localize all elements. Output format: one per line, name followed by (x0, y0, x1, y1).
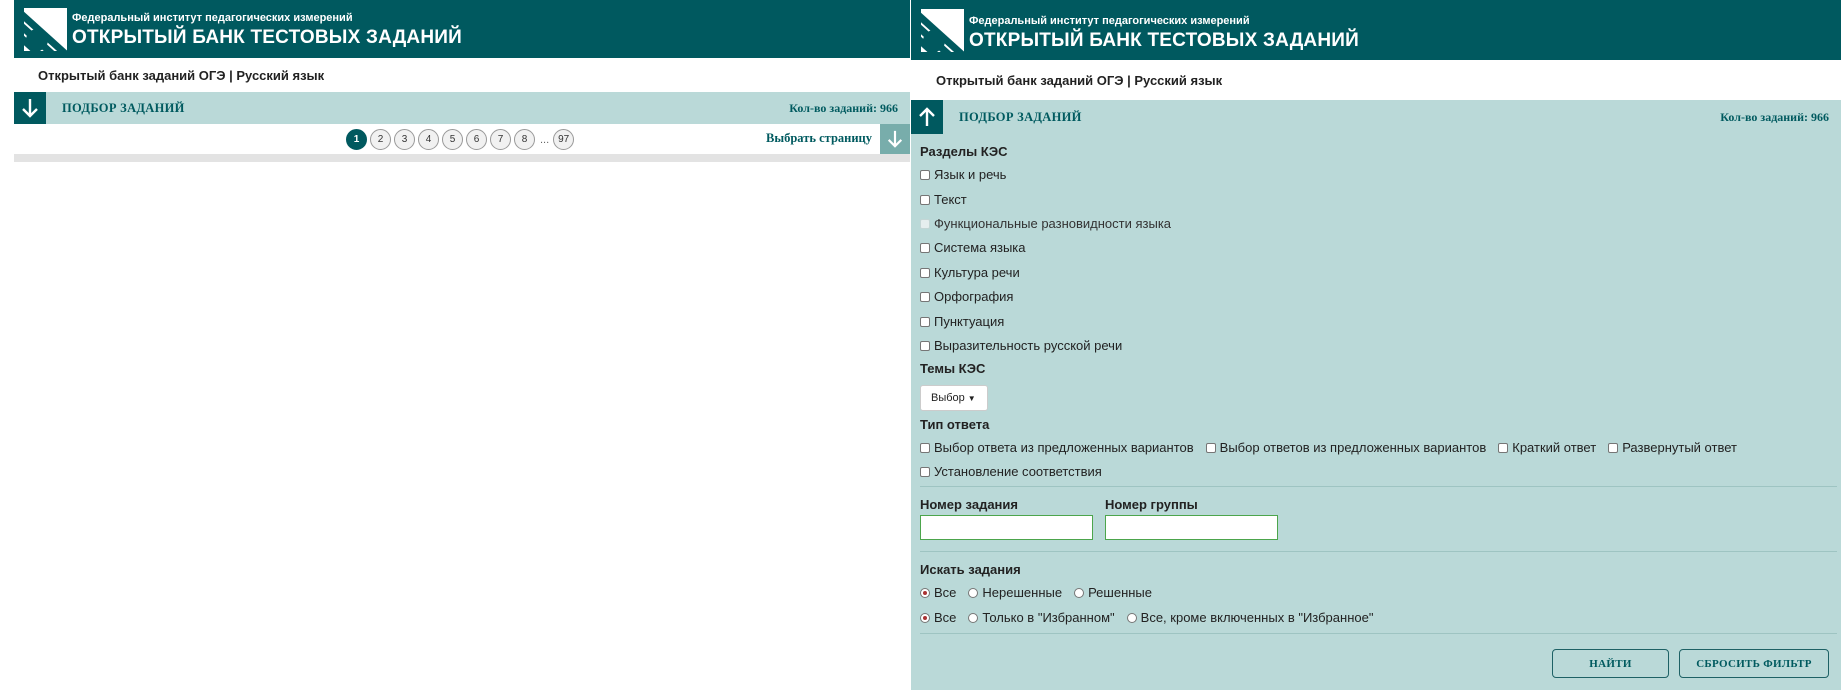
page-button[interactable]: 2 (370, 129, 391, 150)
topics-dropdown[interactable]: Выбор ▼ (920, 385, 988, 411)
header-subtitle: Федеральный институт педагогических изме… (72, 12, 353, 24)
radio[interactable] (920, 587, 930, 598)
select-page-button[interactable] (880, 124, 910, 154)
section-checkbox-punctuation[interactable]: Пунктуация (920, 314, 1004, 329)
search-tasks-title: Искать задания (920, 562, 1021, 577)
breadcrumb: Открытый банк заданий ОГЭ | Русский язык (14, 58, 910, 92)
checkbox-disabled (920, 218, 930, 229)
kes-topics-title: Темы КЭС (920, 361, 986, 376)
task-number-input[interactable] (920, 515, 1093, 540)
left-panel: Федеральный институт педагогических изме… (14, 0, 910, 162)
checkbox[interactable] (920, 169, 930, 180)
page-button[interactable]: 4 (418, 129, 439, 150)
radio[interactable] (968, 587, 979, 598)
radio-status-all[interactable]: Все (920, 585, 956, 600)
page-button-last[interactable]: 97 (553, 129, 575, 150)
kes-sections-title: Разделы КЭС (920, 144, 1008, 159)
page-button[interactable]: 8 (514, 129, 535, 150)
site-header: Федеральный институт педагогических изме… (911, 0, 1841, 60)
answer-type-extended[interactable]: Развернутый ответ (1608, 440, 1737, 455)
divider (920, 486, 1837, 487)
checkbox[interactable] (920, 466, 930, 477)
radio[interactable] (920, 612, 930, 623)
checkbox[interactable] (920, 242, 930, 253)
filter-title: ПОДБОР ЗАДАНИЙ (62, 100, 185, 115)
section-checkbox-functional-styles: Функциональные разновидности языка (920, 216, 1171, 231)
section-checkbox-orthography[interactable]: Орфография (920, 289, 1013, 304)
radio-status-unsolved[interactable]: Нерешенные (968, 585, 1062, 600)
task-number-label: Номер задания (920, 497, 1018, 512)
radio-status-solved[interactable]: Решенные (1074, 585, 1152, 600)
radio-favorites-only[interactable]: Только в "Избранном" (968, 610, 1115, 625)
radio-favorites-except[interactable]: Все, кроме включенных в "Избранное" (1126, 610, 1373, 625)
task-count: Кол-во заданий: 966 (1720, 109, 1829, 124)
group-number-label: Номер группы (1105, 497, 1198, 512)
checkbox[interactable] (920, 291, 930, 302)
fipi-logo-icon[interactable] (921, 9, 964, 52)
section-checkbox-lang-speech[interactable]: Язык и речь (920, 167, 1006, 182)
page-button[interactable]: 3 (394, 129, 415, 150)
section-checkbox-text[interactable]: Текст (920, 192, 967, 207)
pagination: 1 2 3 4 5 6 7 8 ... 97 (346, 129, 577, 150)
answer-type-title: Тип ответа (920, 417, 990, 432)
filter-bar: ПОДБОР ЗАДАНИЙ Кол-во заданий: 966 (14, 92, 910, 124)
header-title: ОТКРЫТЫЙ БАНК ТЕСТОВЫХ ЗАДАНИЙ (72, 27, 462, 48)
section-checkbox-speech-culture[interactable]: Культура речи (920, 265, 1020, 280)
checkbox[interactable] (920, 340, 930, 351)
radio[interactable] (968, 612, 979, 623)
find-button[interactable]: НАЙТИ (1552, 649, 1669, 678)
header-subtitle: Федеральный институт педагогических изме… (969, 15, 1250, 27)
answer-type-row: Выбор ответа из предложенных вариантов В… (920, 440, 1749, 455)
filter-form: Разделы КЭС Язык и речь Текст Функционал… (911, 134, 1841, 690)
filter-bar: ПОДБОР ЗАДАНИЙ Кол-во заданий: 966 (911, 100, 1841, 134)
page-button[interactable]: 6 (466, 129, 487, 150)
checkbox[interactable] (1498, 442, 1509, 453)
section-checkbox-language-system[interactable]: Система языка (920, 240, 1026, 255)
site-header: Федеральный институт педагогических изме… (14, 0, 910, 58)
checkbox[interactable] (1205, 442, 1216, 453)
caret-down-icon: ▼ (967, 393, 976, 403)
search-favorites-row: Все Только в "Избранном" Все, кроме вклю… (920, 610, 1385, 625)
answer-type-matching[interactable]: Установление соответствия (920, 464, 1102, 479)
pagination-row: 1 2 3 4 5 6 7 8 ... 97 Выбрать страницу (14, 124, 910, 154)
checkbox[interactable] (920, 316, 930, 327)
page-button[interactable]: 1 (346, 129, 367, 150)
arrow-up-icon (919, 107, 935, 126)
answer-type-choice-multiple[interactable]: Выбор ответов из предложенных вариантов (1205, 440, 1486, 455)
content-divider (14, 154, 910, 162)
reset-filter-button[interactable]: СБРОСИТЬ ФИЛЬТР (1679, 649, 1829, 678)
right-panel: Федеральный институт педагогических изме… (911, 0, 1841, 690)
answer-type-choice-single[interactable]: Выбор ответа из предложенных вариантов (920, 440, 1194, 455)
expand-filter-button[interactable] (14, 92, 46, 124)
group-number-input[interactable] (1105, 515, 1278, 540)
divider (920, 551, 1837, 552)
page-button[interactable]: 5 (442, 129, 463, 150)
pagination-ellipsis: ... (540, 133, 550, 146)
select-page-link[interactable]: Выбрать страницу (766, 131, 872, 146)
header-title: ОТКРЫТЫЙ БАНК ТЕСТОВЫХ ЗАДАНИЙ (969, 30, 1359, 51)
filter-title: ПОДБОР ЗАДАНИЙ (959, 109, 1082, 124)
divider (920, 633, 1837, 634)
page-button[interactable]: 7 (490, 129, 511, 150)
breadcrumb: Открытый банк заданий ОГЭ | Русский язык (911, 60, 1841, 100)
search-status-row: Все Нерешенные Решенные (920, 585, 1164, 600)
radio-favorites-all[interactable]: Все (920, 610, 956, 625)
section-checkbox-expressiveness[interactable]: Выразительность русской речи (920, 338, 1122, 353)
answer-type-short[interactable]: Краткий ответ (1498, 440, 1596, 455)
task-count: Кол-во заданий: 966 (789, 100, 898, 115)
checkbox[interactable] (920, 194, 930, 205)
checkbox[interactable] (1608, 442, 1619, 453)
checkbox[interactable] (920, 267, 930, 278)
fipi-logo-icon[interactable] (24, 8, 67, 51)
arrow-down-icon (887, 130, 903, 148)
radio[interactable] (1074, 587, 1085, 598)
radio[interactable] (1126, 612, 1137, 623)
collapse-filter-button[interactable] (911, 100, 943, 134)
checkbox[interactable] (920, 442, 930, 453)
arrow-down-icon (22, 99, 38, 118)
